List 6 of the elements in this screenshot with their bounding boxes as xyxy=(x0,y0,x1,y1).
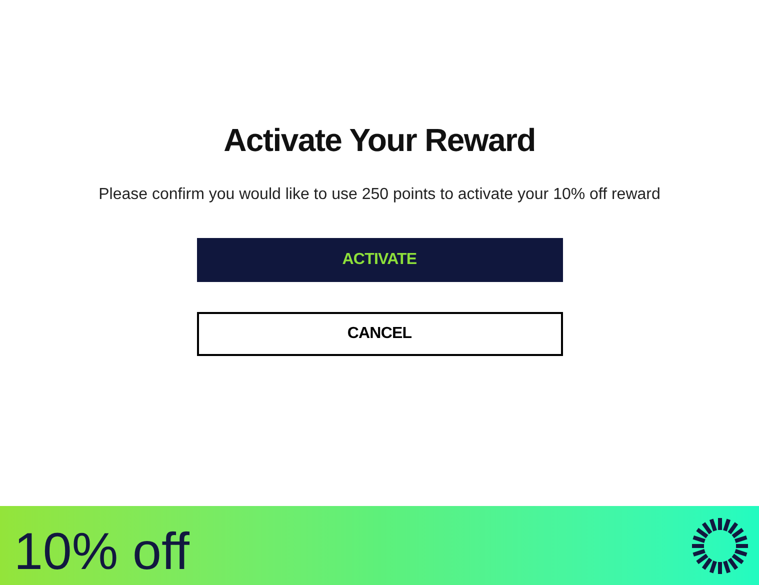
banner-text: 10% off xyxy=(14,522,190,582)
activate-button[interactable]: ACTIVATE xyxy=(196,238,562,282)
sunburst-logo-icon xyxy=(691,516,749,574)
dialog-title: Activate Your Reward xyxy=(224,121,536,160)
cancel-button[interactable]: CANCEL xyxy=(196,312,562,356)
confirmation-message: Please confirm you would like to use 250 points to activate your 10% off reward xyxy=(98,185,660,205)
